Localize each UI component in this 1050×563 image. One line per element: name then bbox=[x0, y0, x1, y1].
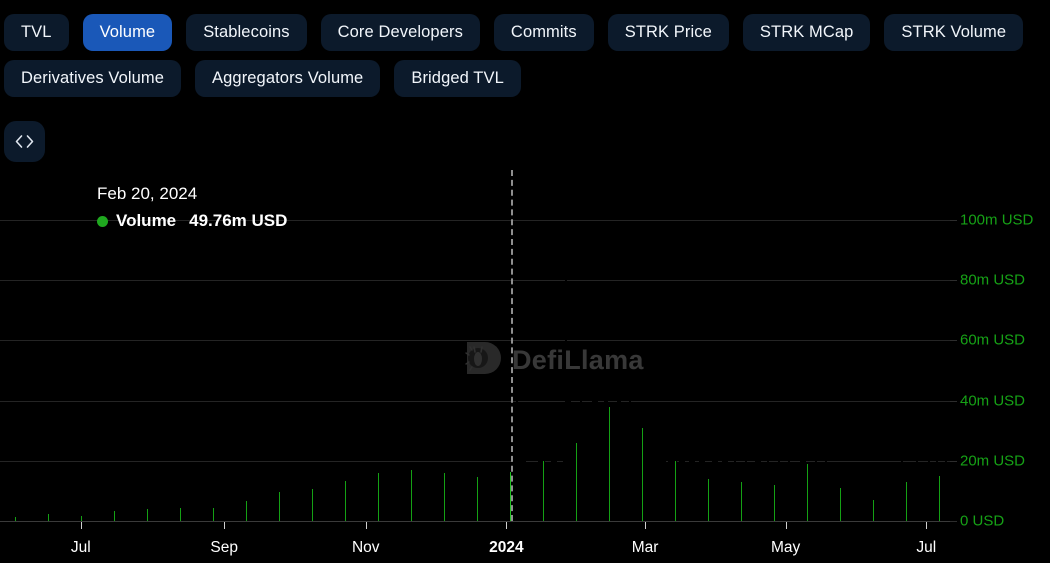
tab-bridged-tvl[interactable]: Bridged TVL bbox=[394, 60, 521, 97]
x-axis-label: Nov bbox=[352, 539, 380, 557]
x-tick bbox=[81, 522, 82, 529]
y-axis: 0 USD20m USD40m USD60m USD80m USD100m US… bbox=[950, 205, 1050, 521]
y-axis-label: 40m USD bbox=[960, 392, 1025, 409]
tab-strk-mcap[interactable]: STRK MCap bbox=[743, 14, 871, 51]
crosshair-line bbox=[511, 170, 513, 521]
y-axis-label: 100m USD bbox=[960, 212, 1033, 229]
x-axis-label: May bbox=[771, 539, 800, 557]
tab-commits[interactable]: Commits bbox=[494, 14, 594, 51]
tab-stablecoins[interactable]: Stablecoins bbox=[186, 14, 306, 51]
x-tick bbox=[926, 522, 927, 529]
x-tick bbox=[786, 522, 787, 529]
x-axis-label: Sep bbox=[210, 539, 238, 557]
y-tick bbox=[950, 461, 957, 462]
y-axis-label: 80m USD bbox=[960, 272, 1025, 289]
plot-area[interactable] bbox=[0, 205, 950, 521]
x-axis-label: Mar bbox=[632, 539, 659, 557]
y-tick bbox=[950, 401, 957, 402]
y-tick bbox=[950, 220, 957, 221]
tab-strk-price[interactable]: STRK Price bbox=[608, 14, 729, 51]
tab-strk-volume[interactable]: STRK Volume bbox=[884, 14, 1023, 51]
y-tick bbox=[950, 280, 957, 281]
x-tick bbox=[645, 522, 646, 529]
bar[interactable] bbox=[947, 473, 949, 521]
embed-code-button[interactable] bbox=[4, 121, 45, 162]
bar-series[interactable] bbox=[0, 205, 950, 521]
tab-core-developers[interactable]: Core Developers bbox=[321, 14, 480, 51]
y-axis-label: 20m USD bbox=[960, 452, 1025, 469]
tab-aggregators-volume[interactable]: Aggregators Volume bbox=[195, 60, 380, 97]
tab-volume[interactable]: Volume bbox=[83, 14, 173, 51]
y-axis-label: 0 USD bbox=[960, 513, 1004, 530]
y-tick bbox=[950, 521, 957, 522]
code-icon bbox=[14, 134, 35, 149]
x-tick bbox=[366, 522, 367, 529]
y-tick bbox=[950, 340, 957, 341]
tab-tvl[interactable]: TVL bbox=[4, 14, 69, 51]
x-axis-label: Jul bbox=[71, 539, 91, 557]
metric-tabs: TVL Volume Stablecoins Core Developers Commi… bbox=[0, 0, 1050, 97]
tab-derivatives-volume[interactable]: Derivatives Volume bbox=[4, 60, 181, 97]
y-axis-label: 60m USD bbox=[960, 332, 1025, 349]
x-axis-label: Jul bbox=[916, 539, 936, 557]
x-tick bbox=[506, 522, 507, 529]
x-axis-label: 2024 bbox=[489, 539, 523, 557]
x-axis: Jul Sep Nov 2024 Mar May Jul bbox=[0, 521, 950, 563]
chart-page: TVL Volume Stablecoins Core Developers Commi… bbox=[0, 0, 1050, 563]
volume-chart[interactable]: 0 USD 20m USD 40m USD 60m USD 80m USD 100m US… bbox=[0, 170, 1050, 563]
x-tick bbox=[224, 522, 225, 529]
